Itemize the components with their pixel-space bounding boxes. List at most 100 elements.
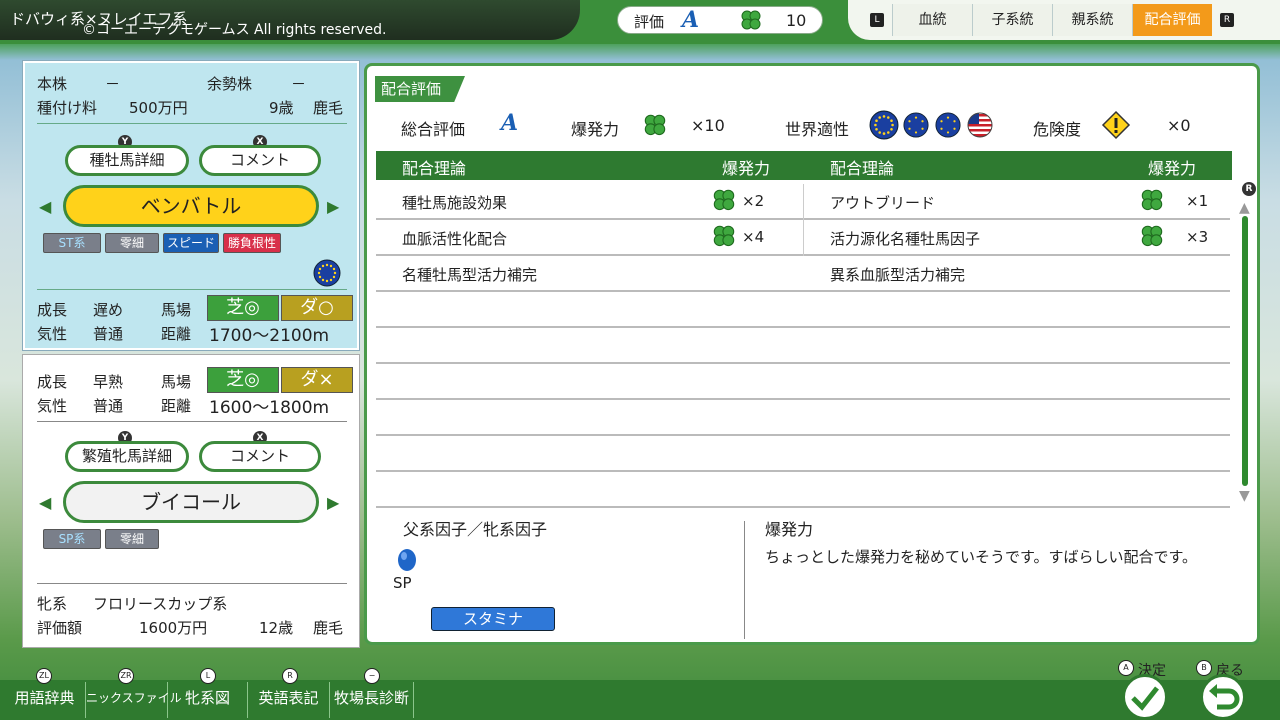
sire-comment-button[interactable]: コメント xyxy=(199,145,321,176)
dirt-aptitude: ダ○ xyxy=(281,295,353,321)
menu-nicks-file[interactable]: ニックスファイル xyxy=(86,682,182,718)
divider xyxy=(37,123,347,124)
eu-flag-icon xyxy=(903,112,929,142)
clover-icon xyxy=(738,9,764,37)
clover-icon xyxy=(710,188,738,218)
distance-label: 距離 xyxy=(161,397,192,415)
scroll-down-icon[interactable]: ▼ xyxy=(1239,488,1250,504)
growth-value: 早熟 xyxy=(93,373,124,391)
stamina-badge: スタミナ xyxy=(431,607,555,631)
power-left: ×4 xyxy=(742,228,765,246)
checkmark-icon xyxy=(1131,686,1159,711)
clover-icon xyxy=(1138,224,1166,254)
risk-value: ×0 xyxy=(1167,116,1191,135)
tab-parent-line[interactable]: 親系統 xyxy=(1052,4,1132,36)
distance-value: 1600～1800m xyxy=(209,398,330,418)
divider xyxy=(37,421,347,422)
value-label: 評価額 xyxy=(37,619,83,637)
r-button-icon: R xyxy=(1220,13,1234,27)
tab-child-line[interactable]: 子系統 xyxy=(972,4,1052,36)
surface-label: 馬場 xyxy=(161,373,192,391)
col-theory-right: 配合理論 xyxy=(830,159,895,178)
theory-left: 種牡馬施設効果 xyxy=(402,194,508,212)
sire-coat: 鹿毛 xyxy=(313,99,344,117)
stock-label: 本株 xyxy=(37,75,68,93)
power-right: ×1 xyxy=(1186,192,1209,210)
menu-female-line-chart[interactable]: 牝系図 xyxy=(168,682,248,718)
tab-pedigree[interactable]: 血統 xyxy=(892,4,972,36)
table-row: 名種牡馬型活力補完 異系血脈型活力補完 xyxy=(376,256,1230,292)
stock-value: － xyxy=(105,75,121,93)
clover-icon xyxy=(641,112,669,144)
table-row xyxy=(376,292,1230,328)
factor-title: 父系因子／牝系因子 xyxy=(403,520,548,539)
tag-minor: 零細 xyxy=(105,233,159,253)
table-row xyxy=(376,436,1230,472)
table-row: 血脈活性化配合 ×4 活力源化名種牡馬因子 ×3 xyxy=(376,220,1230,256)
distance-value: 1700～2100m xyxy=(209,326,330,346)
r-stick-icon: R xyxy=(1242,182,1256,196)
desc-text: ちょっとした爆発力を秘めていそうです。すばらしい配合です。 xyxy=(765,548,1198,566)
menu-glossary[interactable]: 用語辞典 xyxy=(4,682,86,718)
value-amount: 1600万円 xyxy=(139,619,208,637)
eu-flag-icon xyxy=(869,110,899,144)
table-row xyxy=(376,400,1230,436)
tab-mating-evaluation[interactable]: 配合評価 xyxy=(1132,4,1212,36)
tag-speed: スピード xyxy=(163,233,219,253)
confirm-button[interactable] xyxy=(1122,674,1168,720)
theory-right: 異系血脈型活力補完 xyxy=(830,266,966,284)
sire-name[interactable]: ベンバトル xyxy=(63,185,319,227)
sire-panel: 本株 － 余勢株 － 種付け料 500万円 9歳 鹿毛 Y X 種牡馬詳細 コメ… xyxy=(23,61,359,350)
menu-english-notation[interactable]: 英語表記 xyxy=(248,682,330,718)
tag-guts: 勝負根性 xyxy=(223,233,281,253)
a-button-icon: A xyxy=(1118,660,1134,676)
power-left: ×2 xyxy=(742,192,765,210)
l-button-icon: L xyxy=(870,13,884,27)
temper-label: 気性 xyxy=(37,325,68,343)
world-label: 世界適性 xyxy=(785,120,850,139)
divider xyxy=(803,184,804,220)
clover-icon xyxy=(1138,188,1166,218)
scroll-up-icon[interactable]: ▲ xyxy=(1239,200,1250,216)
divider xyxy=(803,220,804,256)
evaluation-panel: 配合評価 総合評価 A 爆発力 ×10 世界適性 危険度 ×0 配合理論 爆発力… xyxy=(364,63,1260,645)
next-arrow-icon[interactable]: ▶ xyxy=(327,493,339,512)
growth-label: 成長 xyxy=(37,373,68,391)
next-arrow-icon[interactable]: ▶ xyxy=(327,197,339,216)
theory-table-header: 配合理論 爆発力 配合理論 爆発力 xyxy=(376,151,1232,180)
rating-label: 評価 xyxy=(634,13,665,31)
clover-icon xyxy=(710,224,738,254)
mare-panel: 成長 早熟 馬場 芝◎ ダ× 気性 普通 距離 1600～1800m Y X 繁… xyxy=(23,355,359,647)
menu-manager-diagnosis[interactable]: 牧場長診断 xyxy=(330,682,414,718)
theory-right: 活力源化名種牡馬因子 xyxy=(830,230,981,248)
col-power-right: 爆発力 xyxy=(1148,159,1197,178)
panel-title: 配合評価 xyxy=(375,76,465,102)
temper-value: 普通 xyxy=(93,325,124,343)
tab-bar: L 血統 子系統 親系統 配合評価 R xyxy=(848,0,1280,40)
overall-grade: A xyxy=(501,110,519,136)
dirt-aptitude: ダ× xyxy=(281,367,353,393)
prev-arrow-icon[interactable]: ◀ xyxy=(39,493,51,512)
sire-detail-button[interactable]: 種牡馬詳細 xyxy=(65,145,189,176)
turf-aptitude: 芝◎ xyxy=(207,295,279,321)
mare-coat: 鹿毛 xyxy=(313,619,344,637)
power-value: ×10 xyxy=(691,116,725,135)
mare-name[interactable]: ブイコール xyxy=(63,481,319,523)
growth-label: 成長 xyxy=(37,301,68,319)
back-button[interactable] xyxy=(1200,674,1246,720)
table-row xyxy=(376,328,1230,364)
copyright-text: ©コーエーテクモゲームス All rights reserved. xyxy=(82,22,387,38)
factor-icon xyxy=(397,548,417,576)
mare-comment-button[interactable]: コメント xyxy=(199,441,321,472)
prev-arrow-icon[interactable]: ◀ xyxy=(39,197,51,216)
col-power-left: 爆発力 xyxy=(722,159,771,178)
distance-label: 距離 xyxy=(161,325,192,343)
fee-label: 種付け料 xyxy=(37,99,98,117)
mare-detail-button[interactable]: 繁殖牝馬詳細 xyxy=(65,441,189,472)
power-label: 爆発力 xyxy=(571,120,620,139)
scrollbar-thumb[interactable] xyxy=(1242,216,1248,486)
b-button-icon: B xyxy=(1196,660,1212,676)
divider xyxy=(37,289,347,290)
table-row: 種牡馬施設効果 ×2 アウトブリード ×1 xyxy=(376,184,1230,220)
mare-age: 12歳 xyxy=(259,619,294,637)
